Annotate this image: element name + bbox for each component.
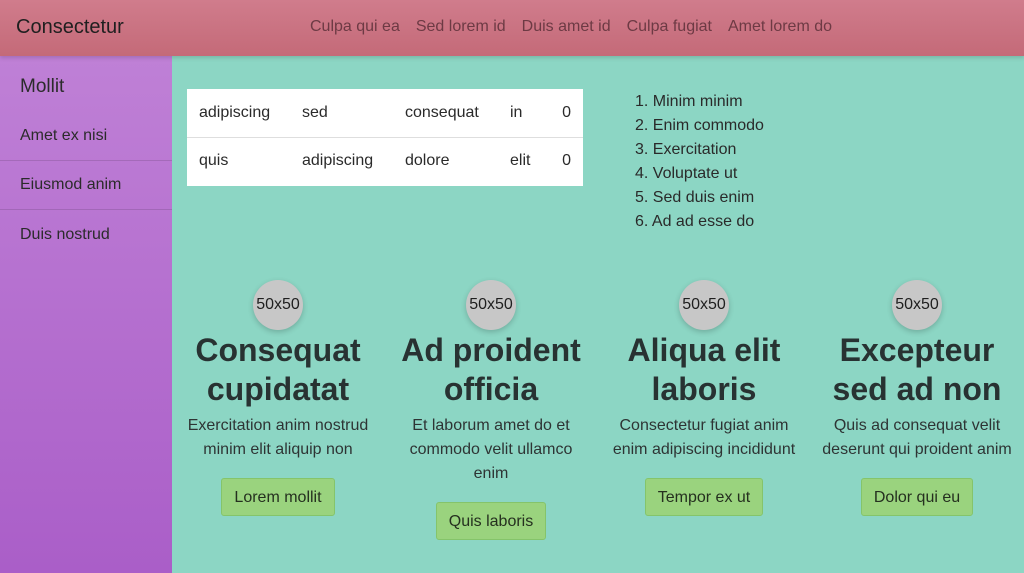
table-cell: in xyxy=(510,103,523,121)
avatar-placeholder: 50x50 xyxy=(679,280,729,330)
table-cell: dolore xyxy=(393,136,498,185)
data-table: adipiscing sed consequat in 0 quis adipi… xyxy=(187,89,583,186)
table-row: adipiscing sed consequat in 0 xyxy=(187,89,583,137)
nav-link-duis-amet-id[interactable]: Duis amet id xyxy=(514,18,619,36)
table-cell: adipiscing xyxy=(290,136,393,185)
card-title: Excepteur sed ad non xyxy=(832,332,1002,407)
card-title: Aliqua elit laboris xyxy=(627,332,781,407)
table-cell: quis xyxy=(187,136,290,185)
sidebar: Mollit Amet ex nisi Eiusmod anim Duis no… xyxy=(0,56,172,573)
card-text: Exercitation anim nostrud minim elit ali… xyxy=(187,417,369,458)
table-cell: elit xyxy=(498,136,543,185)
card-button-quis-laboris[interactable]: Quis laboris xyxy=(435,502,547,540)
nav-link-sed-lorem-id[interactable]: Sed lorem id xyxy=(408,18,514,36)
table-cell: 0 xyxy=(562,103,571,121)
card-title: Ad proident officia xyxy=(401,332,581,407)
list-item: 2. Enim commodo xyxy=(635,117,764,134)
card-button-lorem-mollit[interactable]: Lorem mollit xyxy=(221,478,335,516)
ordered-list: 1. Minim minim 2. Enim commodo 3. Exerci… xyxy=(635,90,764,234)
feature-card: 50x50 Excepteur sed ad non Quis ad conse… xyxy=(817,280,1017,516)
list-item: 1. Minim minim xyxy=(635,93,743,110)
sidebar-title: Mollit xyxy=(20,76,65,97)
table-cell: sed xyxy=(302,103,328,121)
card-text: Et laborum amet do et commodo velit ulla… xyxy=(409,417,573,482)
brand-logo[interactable]: Consectetur xyxy=(16,16,124,39)
table-row: quis adipiscing dolore elit 0 xyxy=(187,136,583,185)
list-item: 3. Exercitation xyxy=(635,141,737,158)
sidebar-item-eiusmod-anim[interactable]: Eiusmod anim xyxy=(0,161,172,210)
nav-link-culpa-fugiat[interactable]: Culpa fugiat xyxy=(619,18,720,36)
table-cell: adipiscing xyxy=(199,103,271,121)
table-cell: consequat xyxy=(405,103,479,121)
nav-link-amet-lorem-do[interactable]: Amet lorem do xyxy=(720,18,840,36)
feature-card: 50x50 Aliqua elit laboris Consectetur fu… xyxy=(604,280,804,516)
list-item: 5. Sed duis enim xyxy=(635,189,755,206)
avatar-placeholder: 50x50 xyxy=(466,280,516,330)
table-cell: 0 xyxy=(543,136,583,185)
nav-link-culpa-qui-ea[interactable]: Culpa qui ea xyxy=(302,18,408,36)
list-item: 4. Voluptate ut xyxy=(635,165,738,182)
sidebar-item-duis-nostrud[interactable]: Duis nostrud xyxy=(0,210,172,259)
card-button-tempor-ex-ut[interactable]: Tempor ex ut xyxy=(644,478,764,516)
feature-card: 50x50 Ad proident officia Et laborum ame… xyxy=(391,280,591,540)
feature-card: 50x50 Consequat cupidatat Exercitation a… xyxy=(178,280,378,516)
card-button-dolor-qui-eu[interactable]: Dolor qui eu xyxy=(860,478,974,516)
list-item: 6. Ad ad esse do xyxy=(635,213,755,230)
card-text: Consectetur fugiat anim enim adipiscing … xyxy=(612,417,796,458)
sidebar-list: Amet ex nisi Eiusmod anim Duis nostrud xyxy=(0,112,172,259)
top-nav: Culpa qui ea Sed lorem id Duis amet id C… xyxy=(302,18,840,36)
card-text: Quis ad consequat velit deserunt qui pro… xyxy=(822,417,1012,458)
card-title: Consequat cupidatat xyxy=(195,332,361,407)
avatar-placeholder: 50x50 xyxy=(892,280,942,330)
avatar-placeholder: 50x50 xyxy=(253,280,303,330)
top-navbar: Consectetur Culpa qui ea Sed lorem id Du… xyxy=(0,0,1024,56)
sidebar-item-amet-ex-nisi[interactable]: Amet ex nisi xyxy=(0,112,172,161)
